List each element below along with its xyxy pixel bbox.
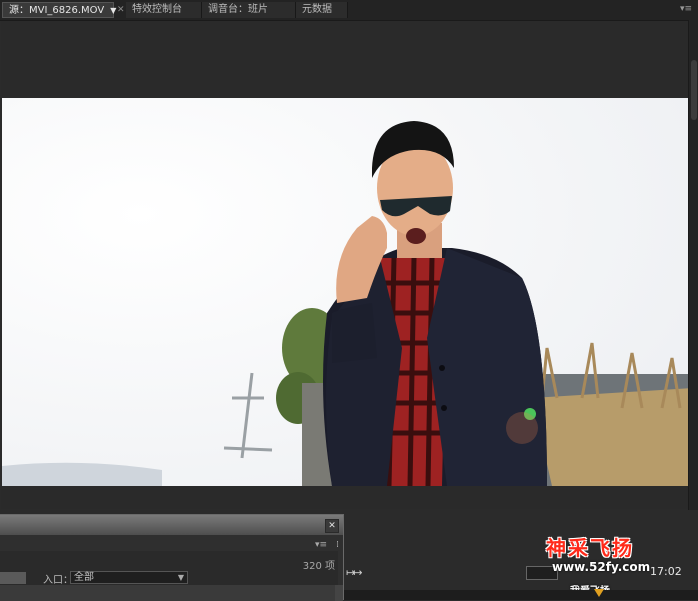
panel-bottom-bar	[0, 585, 335, 601]
chevron-down-icon[interactable]: ▼	[110, 3, 116, 19]
in-label: 入口：	[43, 575, 73, 586]
in-dropdown-value: 全部	[74, 572, 94, 583]
tab-effect-controls[interactable]: 特效控制台	[126, 2, 202, 18]
video-frame-image	[2, 98, 693, 486]
watermark-title: 神采飞扬	[546, 536, 634, 560]
panel-collapse-icon[interactable]: ⁞	[336, 540, 339, 550]
tab-audio-mixer-label: 调音台：班片	[208, 4, 268, 15]
panel-menu-icon[interactable]: ▾≡	[680, 4, 692, 14]
tab-metadata-label: 元数据	[302, 4, 332, 15]
time-ruler[interactable]	[344, 590, 698, 600]
tab-source[interactable]: 源：MVI_6826.MOV ▼	[2, 2, 116, 19]
watermark-url: www.52fy.com	[552, 560, 651, 574]
tab-effect-controls-label: 特效控制台	[132, 4, 182, 15]
source-monitor	[1, 21, 697, 509]
close-icon[interactable]: ✕	[325, 519, 339, 533]
scrollbar-thumb[interactable]	[691, 60, 697, 120]
chevron-down-icon: ▼	[177, 573, 184, 582]
close-icon[interactable]: ✕	[117, 5, 125, 15]
vertical-scrollbar[interactable]	[688, 20, 698, 584]
tab-source-label: 源：MVI_6826.MOV	[9, 5, 105, 16]
tab-metadata[interactable]: 元数据	[296, 2, 348, 18]
monitor-controls	[344, 510, 698, 600]
video-frame	[2, 98, 693, 486]
panel-tab-bar: 源：MVI_6826.MOV ▼ ✕ 特效控制台 调音台：班片 元数据 ▾≡	[0, 0, 698, 21]
item-count: 320 项	[302, 561, 335, 572]
panel-menu-icon[interactable]: ▾≡	[315, 540, 327, 550]
panel-side-scroll[interactable]	[335, 585, 343, 601]
search-field[interactable]	[0, 572, 26, 584]
step-forward-icon[interactable]: ↦↦	[346, 566, 363, 579]
tab-audio-mixer[interactable]: 调音台：班片	[202, 2, 296, 18]
project-panel: ✕ ▾≡ ⁞ 320 项 入口： 全部 ▼	[0, 514, 344, 601]
panel-titlebar[interactable]	[0, 515, 343, 535]
timecode: 17:02	[650, 565, 682, 578]
in-dropdown[interactable]: 全部 ▼	[70, 571, 188, 584]
playhead-icon[interactable]	[594, 589, 604, 597]
